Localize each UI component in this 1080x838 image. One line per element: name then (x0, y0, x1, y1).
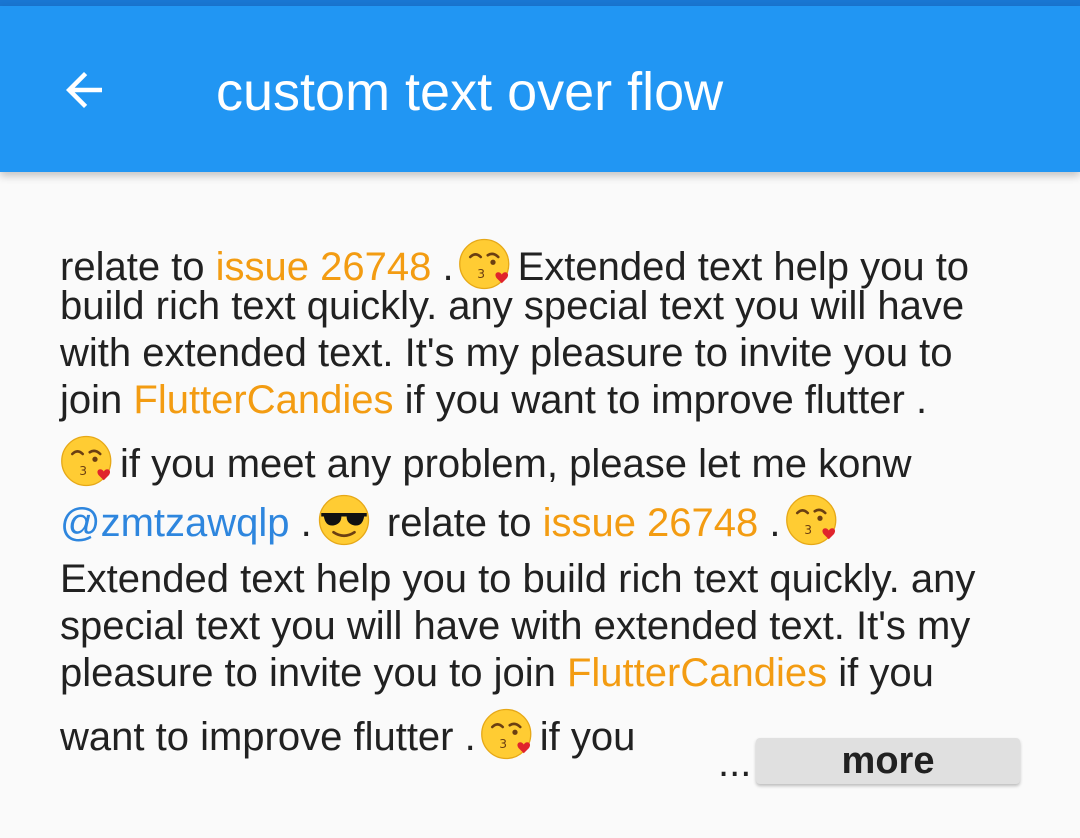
text-segment: want to improve flutter . (60, 715, 476, 759)
text-segment: pleasure to invite you to join (60, 651, 567, 695)
text-segment: if you (539, 715, 636, 759)
text-segment: . (758, 501, 781, 545)
overflow-ellipsis: ... (718, 741, 752, 785)
text-segment: if you meet any problem, please let me k… (120, 442, 912, 486)
text-line: relate to issue 26748 . Extended text hel… (60, 236, 1030, 283)
text-line: special text you will have with extended… (60, 604, 971, 648)
text-line: join FlutterCandies if you want to impro… (60, 377, 1030, 424)
page-title: custom text over flow (216, 62, 724, 122)
fluttercandies-link[interactable]: FlutterCandies (567, 651, 827, 695)
text-segment: if you (827, 651, 934, 695)
arrow-back-icon (57, 63, 111, 122)
more-button[interactable]: more (756, 738, 1020, 784)
sunglasses-face-emoji-icon (316, 492, 372, 548)
text-line: @zmtzawqlp . relate to issue 26748 . (60, 490, 1030, 556)
back-button[interactable] (48, 56, 120, 128)
extended-text-block: relate to issue 26748 . Extended text hel… (60, 236, 1030, 763)
kissing-face-emoji-icon (480, 706, 536, 762)
text-segment: join (60, 378, 134, 422)
kissing-face-emoji-icon (785, 492, 841, 548)
text-line: Extended text help you to build rich tex… (60, 557, 976, 601)
text-segment: . (289, 501, 312, 545)
text-line: build rich text quickly. any special tex… (60, 284, 965, 328)
text-segment: if you want to improve flutter . (393, 378, 928, 422)
fluttercandies-link[interactable]: FlutterCandies (133, 378, 393, 422)
text-line: pleasure to invite you to join FlutterCa… (60, 650, 1030, 697)
text-line: with extended text. It's my pleasure to … (60, 331, 953, 375)
kissing-face-emoji-icon (60, 433, 116, 489)
text-line: if you meet any problem, please let me k… (60, 424, 1030, 490)
mention-link[interactable]: @zmtzawqlp (60, 501, 290, 545)
app-bar: custom text over flow (0, 6, 1080, 172)
text-segment: relate to (375, 501, 543, 545)
issue-link[interactable]: issue 26748 (543, 501, 759, 545)
